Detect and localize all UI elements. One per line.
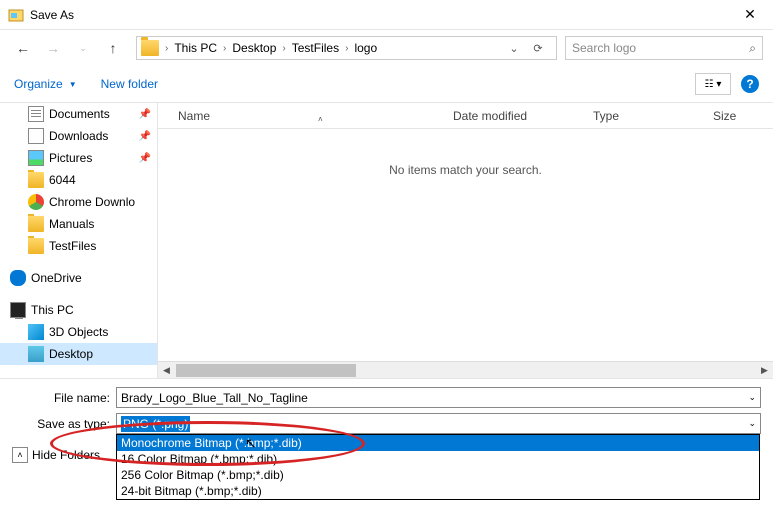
view-options-button[interactable]: ☷ ▾ xyxy=(695,73,731,95)
list-header: Name˄ Date modified Type Size xyxy=(158,103,773,129)
filename-label: File name: xyxy=(8,391,116,405)
tree-item[interactable]: Desktop xyxy=(0,343,157,365)
tree-label: 3D Objects xyxy=(49,325,108,339)
tree-item[interactable]: Chrome Downlo xyxy=(0,191,157,213)
sort-indicator-icon: ˄ xyxy=(318,115,323,124)
address-dropdown[interactable]: ⌄ xyxy=(504,38,524,58)
search-input[interactable]: Search logo ⌕ xyxy=(565,36,763,60)
column-size[interactable]: Size xyxy=(713,109,773,123)
recent-dropdown[interactable]: ⌄ xyxy=(70,35,96,61)
tree-item[interactable]: TestFiles xyxy=(0,235,157,257)
crumb-thispc[interactable]: This PC xyxy=(170,37,221,59)
tree-label: This PC xyxy=(31,303,74,317)
pin-icon: 📌 xyxy=(139,109,151,120)
hide-folders-button[interactable]: ˄ Hide Folders xyxy=(12,447,100,463)
tree-label: Chrome Downlo xyxy=(49,195,135,209)
tree-icon xyxy=(28,150,44,166)
column-name[interactable]: Name˄ xyxy=(158,109,453,123)
tree-label: Downloads xyxy=(49,129,108,143)
crumb-testfiles[interactable]: TestFiles xyxy=(288,37,343,59)
filename-input[interactable]: Brady_Logo_Blue_Tall_No_Tagline ⌄ xyxy=(116,387,761,408)
tree-label: Pictures xyxy=(49,151,92,165)
new-folder-button[interactable]: New folder xyxy=(101,77,158,91)
tree-label: 6044 xyxy=(49,173,76,187)
filename-history-icon[interactable]: ⌄ xyxy=(748,392,756,403)
savetype-select[interactable]: PNG (*.png) ⌄ xyxy=(116,413,761,434)
organize-menu[interactable]: Organize▼ xyxy=(14,77,77,91)
tree-label: Documents xyxy=(49,107,110,121)
column-type[interactable]: Type xyxy=(593,109,713,123)
crumb-logo[interactable]: logo xyxy=(350,37,381,59)
savetype-caret-icon[interactable]: ⌄ xyxy=(748,418,756,429)
tree-icon xyxy=(28,238,44,254)
tree-item[interactable]: Pictures 📌 xyxy=(0,147,157,169)
scroll-left-icon[interactable]: ◀ xyxy=(158,362,175,379)
chevron-up-icon: ˄ xyxy=(12,447,28,463)
window-title: Save As xyxy=(30,8,727,22)
app-icon xyxy=(8,7,24,23)
column-date[interactable]: Date modified xyxy=(453,109,593,123)
tree-item[interactable]: Downloads 📌 xyxy=(0,125,157,147)
empty-message: No items match your search. xyxy=(158,129,773,361)
help-button[interactable]: ? xyxy=(741,75,759,93)
pin-icon: 📌 xyxy=(139,131,151,142)
folder-icon xyxy=(141,40,159,56)
savetype-option[interactable]: 24-bit Bitmap (*.bmp;*.dib) xyxy=(117,483,759,499)
up-button[interactable]: ↑ xyxy=(100,35,126,61)
tree-icon xyxy=(10,302,26,318)
tree-icon xyxy=(28,216,44,232)
breadcrumb[interactable]: › This PC › Desktop › TestFiles › logo ⌄… xyxy=(136,36,557,60)
tree-label: TestFiles xyxy=(49,239,96,253)
savetype-option[interactable]: 256 Color Bitmap (*.bmp;*.dib) xyxy=(117,467,759,483)
tree-item[interactable]: 3D Objects xyxy=(0,321,157,343)
tree-label: OneDrive xyxy=(31,271,82,285)
scroll-thumb[interactable] xyxy=(176,364,356,377)
tree-item[interactable]: 6044 xyxy=(0,169,157,191)
tree-icon xyxy=(28,128,44,144)
search-icon: ⌕ xyxy=(749,41,756,56)
tree-item[interactable]: This PC xyxy=(0,299,157,321)
back-button[interactable]: ← xyxy=(10,35,36,61)
savetype-option[interactable]: Monochrome Bitmap (*.bmp;*.dib) xyxy=(117,435,759,451)
tree-icon xyxy=(28,324,44,340)
savetype-option[interactable]: 16 Color Bitmap (*.bmp;*.dib) xyxy=(117,451,759,467)
tree-icon xyxy=(10,270,26,286)
tree-item[interactable]: Documents 📌 xyxy=(0,103,157,125)
tree-icon xyxy=(28,194,44,210)
nav-tree[interactable]: Documents 📌 Downloads 📌 Pictures 📌 6044 Chrome … xyxy=(0,103,158,378)
tree-item[interactable]: Manuals xyxy=(0,213,157,235)
tree-item[interactable]: OneDrive xyxy=(0,267,157,289)
tree-icon xyxy=(28,106,44,122)
refresh-button[interactable]: ⟳ xyxy=(528,38,548,58)
tree-label: Manuals xyxy=(49,217,94,231)
tree-icon xyxy=(28,346,44,362)
savetype-dropdown[interactable]: Monochrome Bitmap (*.bmp;*.dib)16 Color … xyxy=(116,434,760,500)
crumb-desktop[interactable]: Desktop xyxy=(228,37,280,59)
scroll-right-icon[interactable]: ▶ xyxy=(756,362,773,379)
tree-icon xyxy=(28,172,44,188)
forward-button[interactable]: → xyxy=(40,35,66,61)
tree-label: Desktop xyxy=(49,347,93,361)
close-button[interactable]: ✕ xyxy=(727,0,773,30)
horizontal-scrollbar[interactable]: ◀ ▶ xyxy=(158,361,773,378)
pin-icon: 📌 xyxy=(139,153,151,164)
savetype-label: Save as type: xyxy=(8,417,116,431)
